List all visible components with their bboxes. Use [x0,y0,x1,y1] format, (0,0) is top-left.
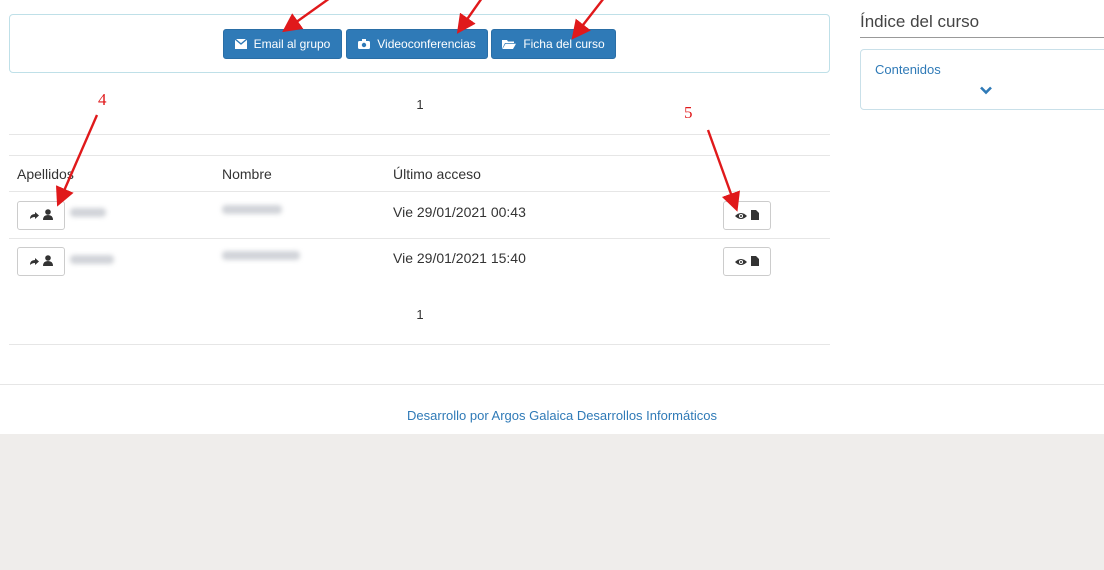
view-report-button[interactable] [723,247,771,276]
videoconferences-button[interactable]: Videoconferencias [346,29,488,59]
footer-divider [0,384,1104,385]
divider [9,191,830,192]
pagination-top[interactable]: 1 [410,97,430,112]
contents-link[interactable]: Contenidos [875,62,941,77]
folder-open-icon [502,39,517,49]
course-file-label: Ficha del curso [523,37,605,51]
page-bottom-background [0,434,1104,570]
user-icon [43,253,53,271]
course-index-rule [860,37,1104,38]
blurred-surname [70,255,114,264]
impersonate-user-button[interactable] [17,247,65,276]
eye-icon [735,253,747,271]
divider [9,238,830,239]
arrow-right-icon [29,207,39,225]
chevron-down-icon[interactable] [980,82,992,100]
divider [9,344,830,345]
annotation-arrow-4 [55,114,99,207]
divider [9,155,830,156]
annotation-number-5: 5 [684,103,693,122]
annotation-arrow-5 [706,129,740,212]
file-icon [751,207,759,225]
email-group-label: Email al grupo [253,37,331,51]
course-file-button[interactable]: Ficha del curso [491,29,616,59]
pagination-bottom[interactable]: 1 [410,307,430,322]
header-nombre[interactable]: Nombre [222,166,272,182]
blurred-name [222,205,282,214]
videoconferences-label: Videoconferencias [377,37,476,51]
course-index-title: Índice del curso [860,12,980,31]
last-access-cell: Vie 29/01/2021 15:40 [393,250,526,266]
header-apellidos[interactable]: Apellidos [17,166,74,182]
file-icon [751,253,759,271]
annotation-number-4: 4 [98,90,107,109]
blurred-surname [70,208,106,217]
header-ultimo-acceso[interactable]: Último acceso [393,166,481,182]
view-report-button[interactable] [723,201,771,230]
email-group-button[interactable]: Email al grupo [223,29,342,59]
blurred-name [222,251,300,260]
user-icon [43,207,53,225]
footer-developer-link[interactable]: Desarrollo por Argos Galaica Desarrollos… [0,408,1104,423]
divider [9,134,830,135]
course-index-panel [860,49,1104,110]
camera-icon [358,39,371,49]
envelope-icon [234,39,247,49]
arrow-right-icon [29,253,39,271]
impersonate-user-button[interactable] [17,201,65,230]
last-access-cell: Vie 29/01/2021 00:43 [393,204,526,220]
eye-icon [735,207,747,225]
